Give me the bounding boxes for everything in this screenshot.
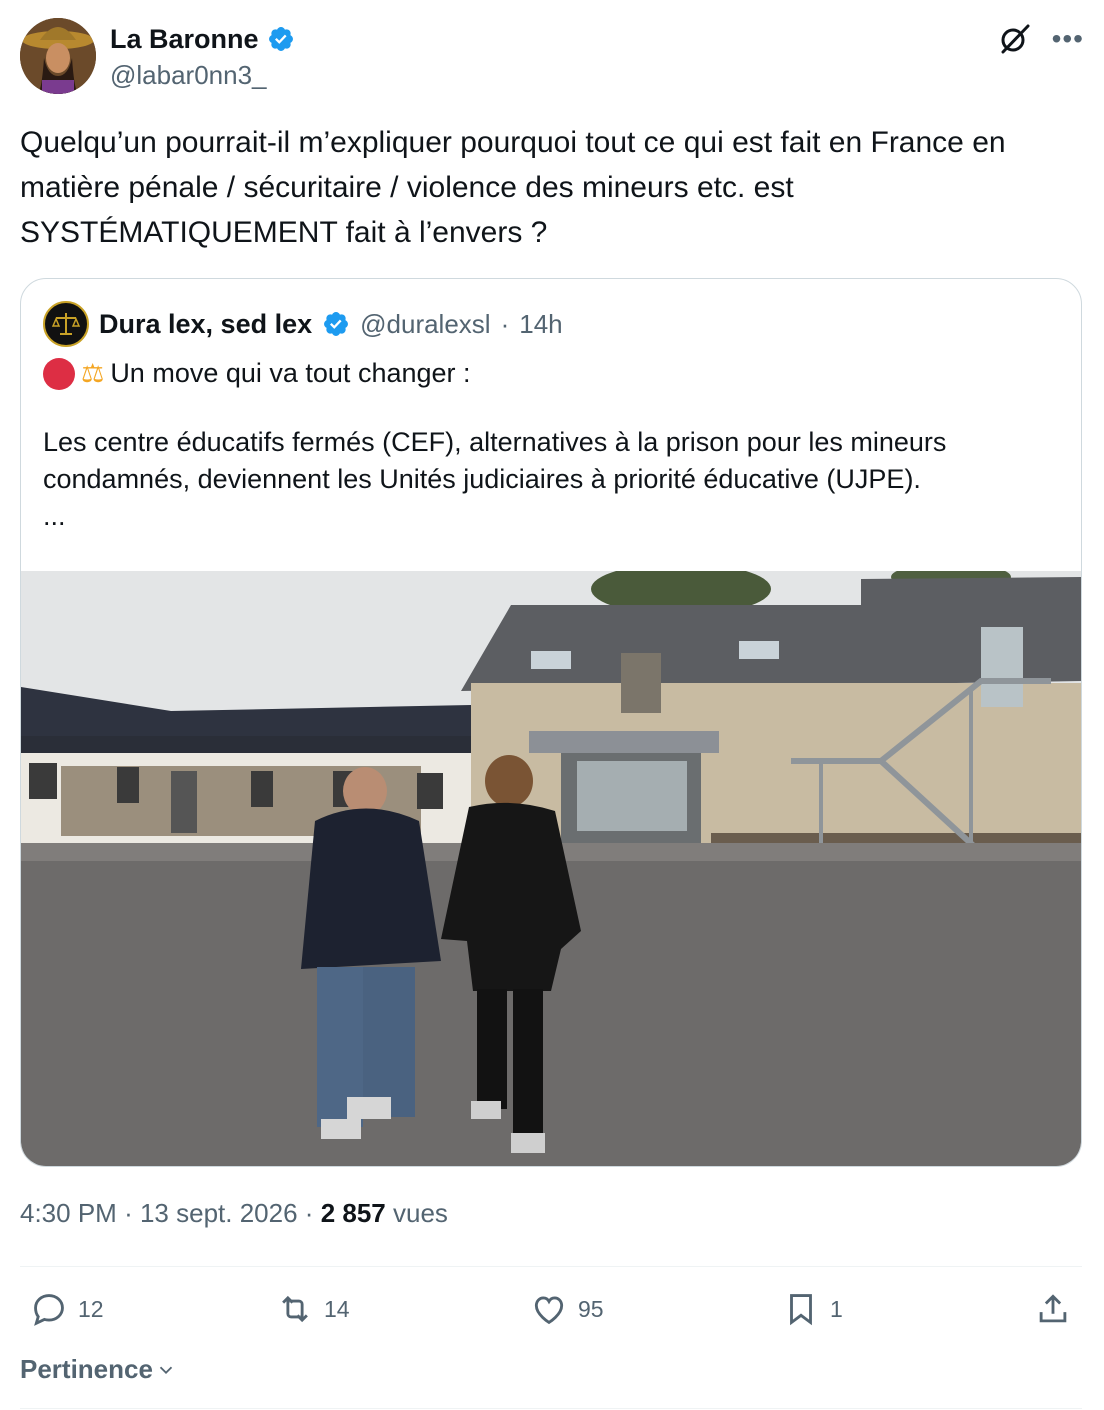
- more-options-icon[interactable]: •••: [1052, 24, 1084, 54]
- quoted-ellipsis: ...: [43, 501, 66, 531]
- bookmark-count: 1: [830, 1295, 843, 1322]
- quoted-line1: Un move qui va tout changer :: [110, 358, 471, 388]
- heart-icon: [534, 1296, 564, 1325]
- divider-bottom: [20, 1408, 1082, 1409]
- views-label: vues: [393, 1198, 448, 1228]
- like-count: 95: [578, 1295, 604, 1322]
- divider-top: [20, 1266, 1082, 1267]
- repost-icon: [282, 1295, 308, 1323]
- quoted-author-handle[interactable]: @duralexsl: [360, 309, 490, 340]
- reply-icon: [34, 1294, 64, 1326]
- quoted-meta-separator: ·: [500, 308, 510, 339]
- share-icon: [1039, 1294, 1067, 1323]
- repost-button[interactable]: 14: [276, 1290, 350, 1328]
- share-button[interactable]: [1034, 1290, 1072, 1328]
- reply-button[interactable]: 12: [30, 1290, 104, 1328]
- repost-count: 14: [324, 1295, 350, 1322]
- quoted-tweet-card[interactable]: Dura lex, sed lex @duralexsl · 14h ⚖ Un …: [20, 278, 1082, 1167]
- quoted-photo[interactable]: [21, 571, 1082, 1167]
- quoted-author-avatar[interactable]: [43, 301, 89, 347]
- tweet-date[interactable]: 13 sept. 2026: [140, 1198, 298, 1228]
- author-avatar[interactable]: [20, 18, 96, 94]
- views-count: 2 857: [320, 1198, 386, 1228]
- quoted-timestamp[interactable]: 14h: [519, 309, 562, 340]
- tweet-text: Quelqu’un pourrait-il m’expliquer pourqu…: [20, 126, 1006, 249]
- author-display-name[interactable]: La Baronne: [110, 22, 259, 56]
- chevron-down-icon: [159, 1366, 173, 1374]
- tweet-meta-sep-2: ·: [304, 1198, 314, 1228]
- scales-logo-icon: [51, 313, 81, 335]
- quoted-author-display-name[interactable]: Dura lex, sed lex: [99, 309, 312, 340]
- sort-dropdown[interactable]: Pertinence: [20, 1354, 177, 1385]
- quoted-verified-badge-icon: [324, 312, 349, 336]
- tweet-meta-sep: ·: [124, 1198, 133, 1228]
- tweet-timestamp-row: 4:30 PM · 13 sept. 2026 · 2 857 vues: [20, 1198, 448, 1229]
- sort-label: Pertinence: [20, 1354, 153, 1384]
- quoted-paragraph: Les centre éducatifs fermés (CEF), alter…: [43, 427, 947, 494]
- tweet-time[interactable]: 4:30 PM: [20, 1198, 117, 1228]
- bookmark-icon: [790, 1294, 812, 1326]
- verified-badge-icon: [268, 27, 293, 51]
- reply-count: 12: [78, 1295, 104, 1322]
- grok-icon[interactable]: [998, 22, 1032, 56]
- tweet-header: La Baronne @labar0nn3_ •••: [20, 18, 1084, 98]
- bookmark-button[interactable]: 1: [782, 1290, 843, 1328]
- action-bar: 12 14 95 1: [20, 1290, 1084, 1336]
- author-handle[interactable]: @labar0nn3_: [110, 58, 295, 92]
- red-circle-icon: [43, 357, 75, 390]
- like-button[interactable]: 95: [530, 1290, 604, 1328]
- balance-scale-icon: ⚖: [81, 358, 105, 388]
